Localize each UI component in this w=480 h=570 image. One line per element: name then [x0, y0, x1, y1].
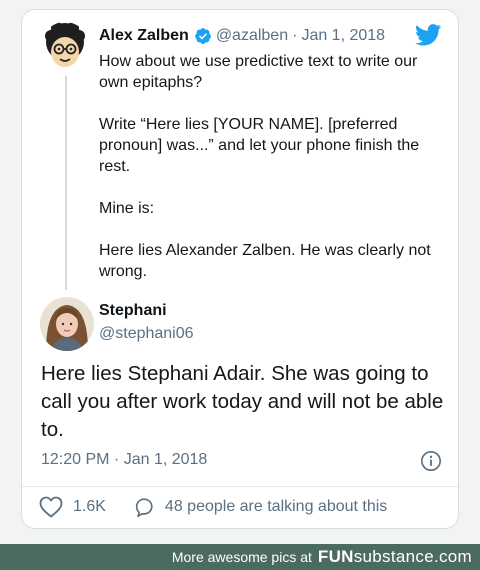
brand-tld: .com: [433, 547, 472, 566]
reply-author-handle[interactable]: @stephani06: [99, 325, 194, 343]
tweet-header: Alex Zalben @azalben · Jan 1, 2018: [99, 25, 385, 47]
divider: [22, 486, 458, 487]
tweet-paragraph: How about we use predictive text to writ…: [99, 53, 418, 91]
reply-text: Here lies Stephani Adair. She was going …: [41, 362, 444, 441]
info-icon[interactable]: [420, 450, 442, 472]
action-bar: 1.6K 48 people are talking about this: [39, 495, 387, 519]
verified-badge-icon: [194, 28, 211, 44]
reply-bubble-icon[interactable]: [133, 496, 155, 518]
separator: ·: [292, 27, 298, 44]
twitter-bird-icon[interactable]: [415, 24, 442, 46]
reply-author-name[interactable]: Stephani: [99, 302, 167, 320]
watermark-bar: More awesome pics at FUNsubstance.com: [0, 544, 480, 570]
thread-line: [65, 76, 67, 290]
heart-icon[interactable]: [39, 496, 63, 518]
tweet-paragraph: Here lies Alexander Zalben. He was clear…: [99, 242, 431, 280]
author-name[interactable]: Alex Zalben: [99, 27, 189, 45]
brand-light: substance: [353, 547, 434, 566]
tweet-card: Alex Zalben @azalben · Jan 1, 2018 How a…: [21, 9, 459, 529]
brand-bold: FUN: [317, 547, 354, 566]
tweet-paragraph: Write “Here lies [YOUR NAME]. [preferred…: [99, 116, 420, 175]
like-count: 1.6K: [73, 498, 106, 515]
watermark-text: More awesome pics at: [171, 549, 312, 565]
author-handle[interactable]: @azalben: [216, 27, 288, 45]
reply-avatar[interactable]: [40, 297, 94, 351]
author-avatar[interactable]: [41, 22, 89, 70]
reply-timestamp[interactable]: 12:20 PM · Jan 1, 2018: [41, 451, 207, 469]
tweet-text: How about we use predictive text to writ…: [99, 51, 451, 282]
tweet-date[interactable]: Jan 1, 2018: [301, 27, 385, 45]
tweet-paragraph: Mine is:: [99, 200, 155, 217]
watermark-logo[interactable]: FUNsubstance.com: [318, 547, 472, 567]
talking-count[interactable]: 48 people are talking about this: [165, 498, 387, 516]
